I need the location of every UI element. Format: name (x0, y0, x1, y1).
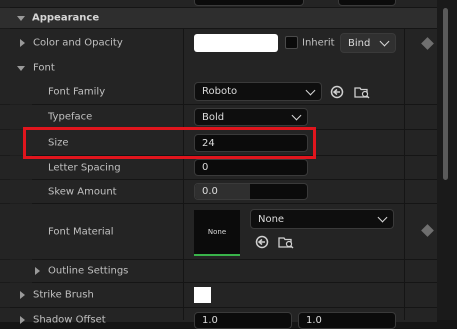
font-material-dropdown[interactable]: None (250, 209, 394, 229)
font-family-row: Font Family Roboto (0, 79, 437, 104)
typeface-row: Typeface Bold (0, 105, 437, 129)
bind-dropdown[interactable]: Bind (340, 33, 396, 53)
inherit-label: Inherit (302, 37, 335, 49)
typeface-label: Typeface (48, 111, 93, 123)
expand-arrow-icon[interactable] (20, 316, 25, 324)
collapse-arrow-icon[interactable] (17, 16, 25, 21)
shadow-offset-x[interactable]: 1.0 (194, 312, 292, 329)
color-swatch[interactable] (194, 34, 278, 52)
column-divider-right (404, 28, 405, 320)
skew-label: Skew Amount (48, 186, 117, 197)
material-thumb-label: None (207, 228, 227, 236)
expand-arrow-icon[interactable] (20, 39, 25, 47)
font-family-label: Font Family (48, 86, 106, 97)
font-family-dropdown[interactable]: Roboto (194, 82, 322, 101)
skew-input[interactable]: 0.0 (194, 183, 308, 200)
reset-diamond-icon[interactable] (421, 224, 434, 237)
use-selected-icon[interactable] (255, 235, 269, 249)
inherit-checkbox[interactable] (285, 36, 298, 49)
letter-spacing-row: Letter Spacing 0 (0, 156, 437, 179)
font-material-value: None (258, 213, 285, 225)
color-opacity-row: Color and Opacity Inherit Bind (0, 29, 437, 57)
font-header-row[interactable]: Font (0, 57, 437, 79)
chevron-down-icon (291, 110, 302, 121)
chevron-down-icon (379, 36, 390, 47)
strike-brush-swatch[interactable] (194, 287, 211, 303)
letter-spacing-label: Letter Spacing (48, 162, 121, 173)
shadow-offset-label: Shadow Offset (33, 314, 106, 326)
font-label: Font (33, 62, 55, 74)
strike-brush-label: Strike Brush (33, 289, 94, 301)
outline-settings-row[interactable]: Outline Settings (0, 260, 437, 282)
scrollbar-track[interactable] (437, 0, 457, 320)
outline-settings-label: Outline Settings (48, 265, 129, 277)
browse-folder-icon[interactable] (354, 85, 370, 99)
highlight-box (23, 127, 316, 159)
chevron-down-icon (377, 212, 388, 223)
typeface-dropdown[interactable]: Bold (194, 108, 308, 126)
scrollbar-thumb[interactable] (443, 8, 448, 180)
color-opacity-label: Color and Opacity (33, 37, 123, 49)
collapse-arrow-icon[interactable] (17, 66, 25, 71)
top-value-1[interactable] (194, 0, 304, 6)
appearance-label: Appearance (32, 12, 100, 24)
expand-arrow-icon[interactable] (35, 267, 40, 275)
browse-folder-icon[interactable] (278, 235, 294, 249)
material-thumbnail[interactable]: None (194, 210, 240, 256)
font-material-row: Font Material None None (0, 204, 437, 259)
chevron-down-icon (305, 85, 316, 95)
appearance-header[interactable]: Appearance (0, 8, 437, 28)
font-material-label: Font Material (48, 226, 114, 237)
font-family-value: Roboto (202, 86, 238, 97)
letter-spacing-input[interactable]: 0 (194, 159, 308, 176)
expand-arrow-icon[interactable] (20, 291, 25, 299)
skew-row: Skew Amount 0.0 (0, 180, 437, 203)
typeface-value: Bold (202, 111, 225, 123)
bind-label: Bind (348, 37, 371, 49)
use-selected-icon[interactable] (330, 85, 344, 99)
strike-brush-row: Strike Brush (0, 283, 437, 307)
shadow-offset-y[interactable]: 1.0 (298, 312, 396, 329)
top-property-row (0, 0, 437, 7)
reset-diamond-icon[interactable] (421, 37, 434, 50)
top-value-2[interactable] (338, 0, 396, 6)
column-divider[interactable] (183, 28, 184, 320)
